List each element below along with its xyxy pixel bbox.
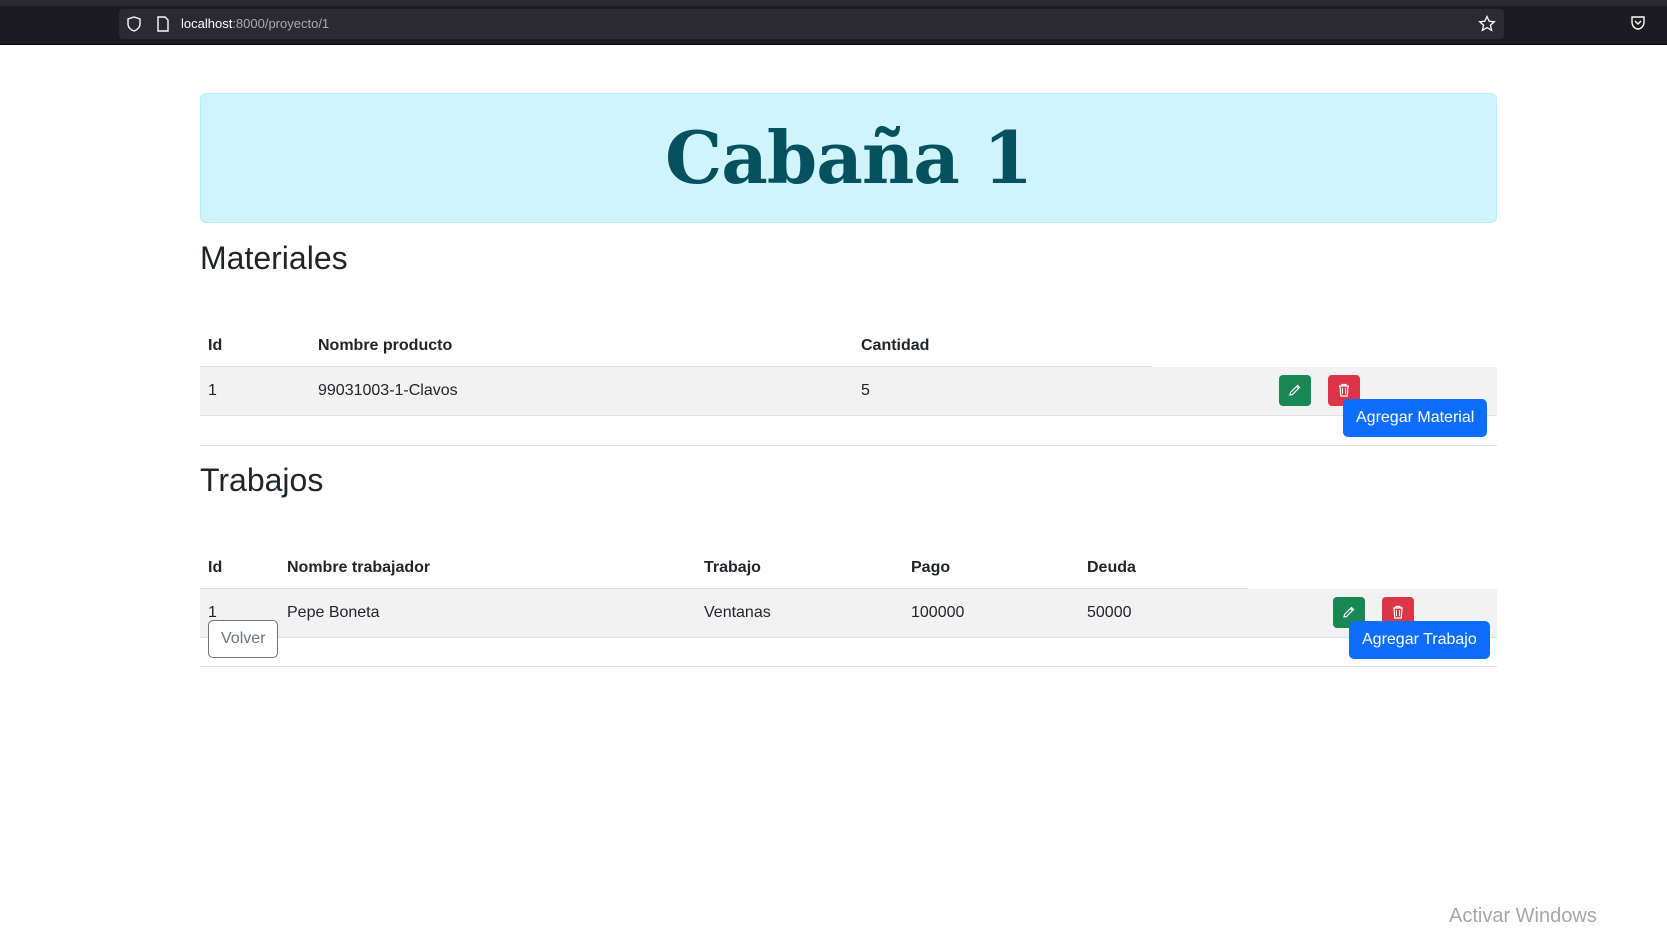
debt: 50000 [1079, 588, 1248, 638]
browser-toolbar: localhost:8000/proyecto/1 [0, 0, 1667, 45]
table-row: 1 Pepe Boneta Ventanas 100000 50000 [200, 588, 1497, 638]
material-quantity: 5 [853, 366, 1152, 416]
materiales-heading: Materiales [200, 240, 348, 276]
edit-material-button[interactable] [1279, 375, 1311, 407]
materiales-table: Id Nombre producto Cantidad 1 99031003-1… [200, 326, 1497, 416]
trash-icon [1339, 384, 1350, 397]
column-header: Trabajo [696, 548, 903, 589]
material-id: 1 [200, 366, 310, 416]
column-header: Id [200, 326, 310, 367]
trabajos-table: Id Nombre trabajador Trabajo Pago Deuda … [200, 548, 1497, 638]
add-trabajo-button[interactable]: Agregar Trabajo [1349, 621, 1490, 659]
page-title: Cabaña 1 [664, 115, 1033, 200]
column-header: Nombre producto [310, 326, 853, 367]
title-banner: Cabaña 1 [200, 93, 1497, 223]
materiales-header-row: Id Nombre producto Cantidad [200, 326, 1497, 367]
column-header: Deuda [1079, 548, 1248, 589]
section-divider [200, 666, 1497, 667]
bookmark-star-icon[interactable] [1478, 14, 1496, 38]
pocket-icon[interactable] [1630, 15, 1646, 36]
url-text[interactable]: localhost:8000/proyecto/1 [181, 16, 329, 31]
activation-watermark: Activar Windows [1449, 905, 1597, 927]
pencil-icon [1343, 606, 1355, 619]
column-header: Nombre trabajador [279, 548, 696, 589]
url-path: :8000/proyecto/1 [232, 16, 330, 31]
column-header: Cantidad [853, 326, 1152, 367]
page-icon [156, 16, 170, 37]
job-name: Ventanas [696, 588, 903, 638]
url-host: localhost [181, 16, 233, 31]
trash-icon [1393, 606, 1404, 619]
address-bar[interactable]: localhost:8000/proyecto/1 [119, 9, 1504, 39]
trabajos-header-row: Id Nombre trabajador Trabajo Pago Deuda [200, 548, 1497, 589]
section-divider [200, 445, 1497, 446]
pencil-icon [1289, 384, 1301, 397]
add-material-button[interactable]: Agregar Material [1343, 399, 1488, 437]
worker-name: Pepe Boneta [279, 588, 696, 638]
payment: 100000 [903, 588, 1079, 638]
column-header: Id [200, 548, 279, 589]
material-name: 99031003-1-Clavos [310, 366, 853, 416]
table-row: 1 99031003-1-Clavos 5 [200, 366, 1497, 416]
browser-tab-strip [0, 0, 1667, 6]
trabajos-heading: Trabajos [200, 462, 324, 498]
column-header: Pago [903, 548, 1079, 589]
back-button[interactable]: Volver [208, 620, 279, 658]
actions-header [1248, 548, 1497, 589]
shield-icon[interactable] [126, 16, 142, 37]
actions-header [1152, 326, 1497, 367]
